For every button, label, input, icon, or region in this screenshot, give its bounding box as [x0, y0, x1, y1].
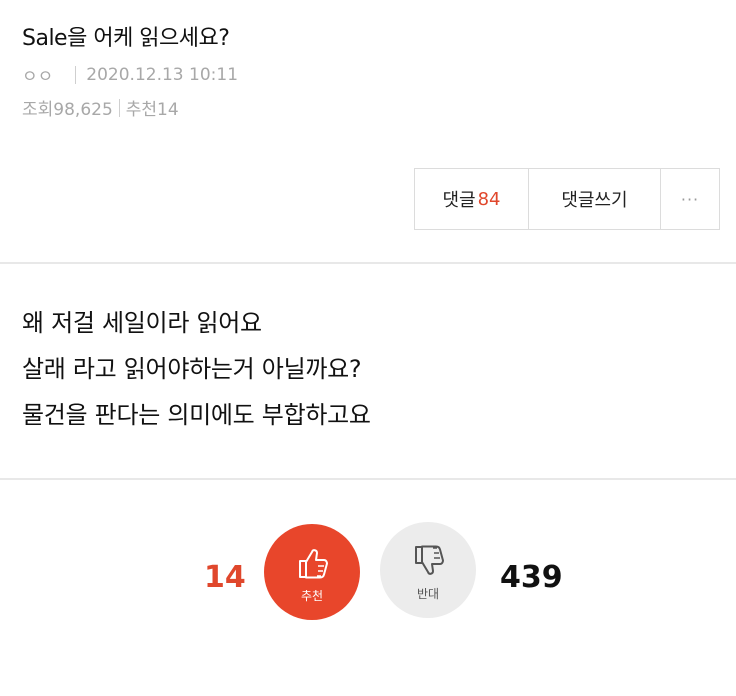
thumbs-up-icon	[299, 548, 328, 578]
thumbs-down-icon	[415, 545, 444, 575]
author-name[interactable]: ㅇㅇ	[22, 62, 53, 87]
recommend-stat: 추천14	[125, 100, 179, 120]
post-meta-author-row: ㅇㅇ 2020.12.13 10:11	[22, 62, 239, 88]
divider	[0, 262, 736, 264]
post-body: 왜 저걸 세일이라 읽어요 살래 라고 읽어야하는거 아닐까요? 물건을 판다는…	[22, 300, 371, 438]
post-body-line: 살래 라고 읽어야하는거 아닐까요?	[22, 355, 362, 383]
post-body-line: 왜 저걸 세일이라 읽어요	[22, 309, 262, 337]
post-action-bar: 댓글 84 댓글쓰기 ···	[414, 168, 720, 230]
comments-count: 84	[477, 188, 501, 210]
comments-button[interactable]: 댓글 84	[415, 169, 529, 229]
post-title: Sale을 어케 읽으세요?	[22, 26, 230, 51]
meta-separator	[75, 65, 77, 84]
view-count: 조회98,625	[22, 100, 113, 120]
comments-label: 댓글	[442, 190, 476, 211]
oppose-count: 439	[500, 560, 563, 595]
post-meta-stats-row: 조회98,625 추천14	[22, 95, 179, 120]
oppose-label: 반대	[416, 586, 440, 601]
post-body-line: 물건을 판다는 의미에도 부합하고요	[22, 401, 371, 429]
recommend-button[interactable]: 추천	[264, 524, 360, 620]
recommend-label: 추천	[300, 588, 324, 603]
oppose-button[interactable]: 반대	[380, 522, 476, 618]
meta-separator	[118, 98, 120, 117]
post-datetime: 2020.12.13 10:11	[86, 64, 239, 85]
more-options-button[interactable]: ···	[661, 169, 719, 229]
divider	[0, 478, 736, 480]
write-comment-button[interactable]: 댓글쓰기	[529, 169, 661, 229]
recommend-count: 14	[204, 560, 246, 595]
